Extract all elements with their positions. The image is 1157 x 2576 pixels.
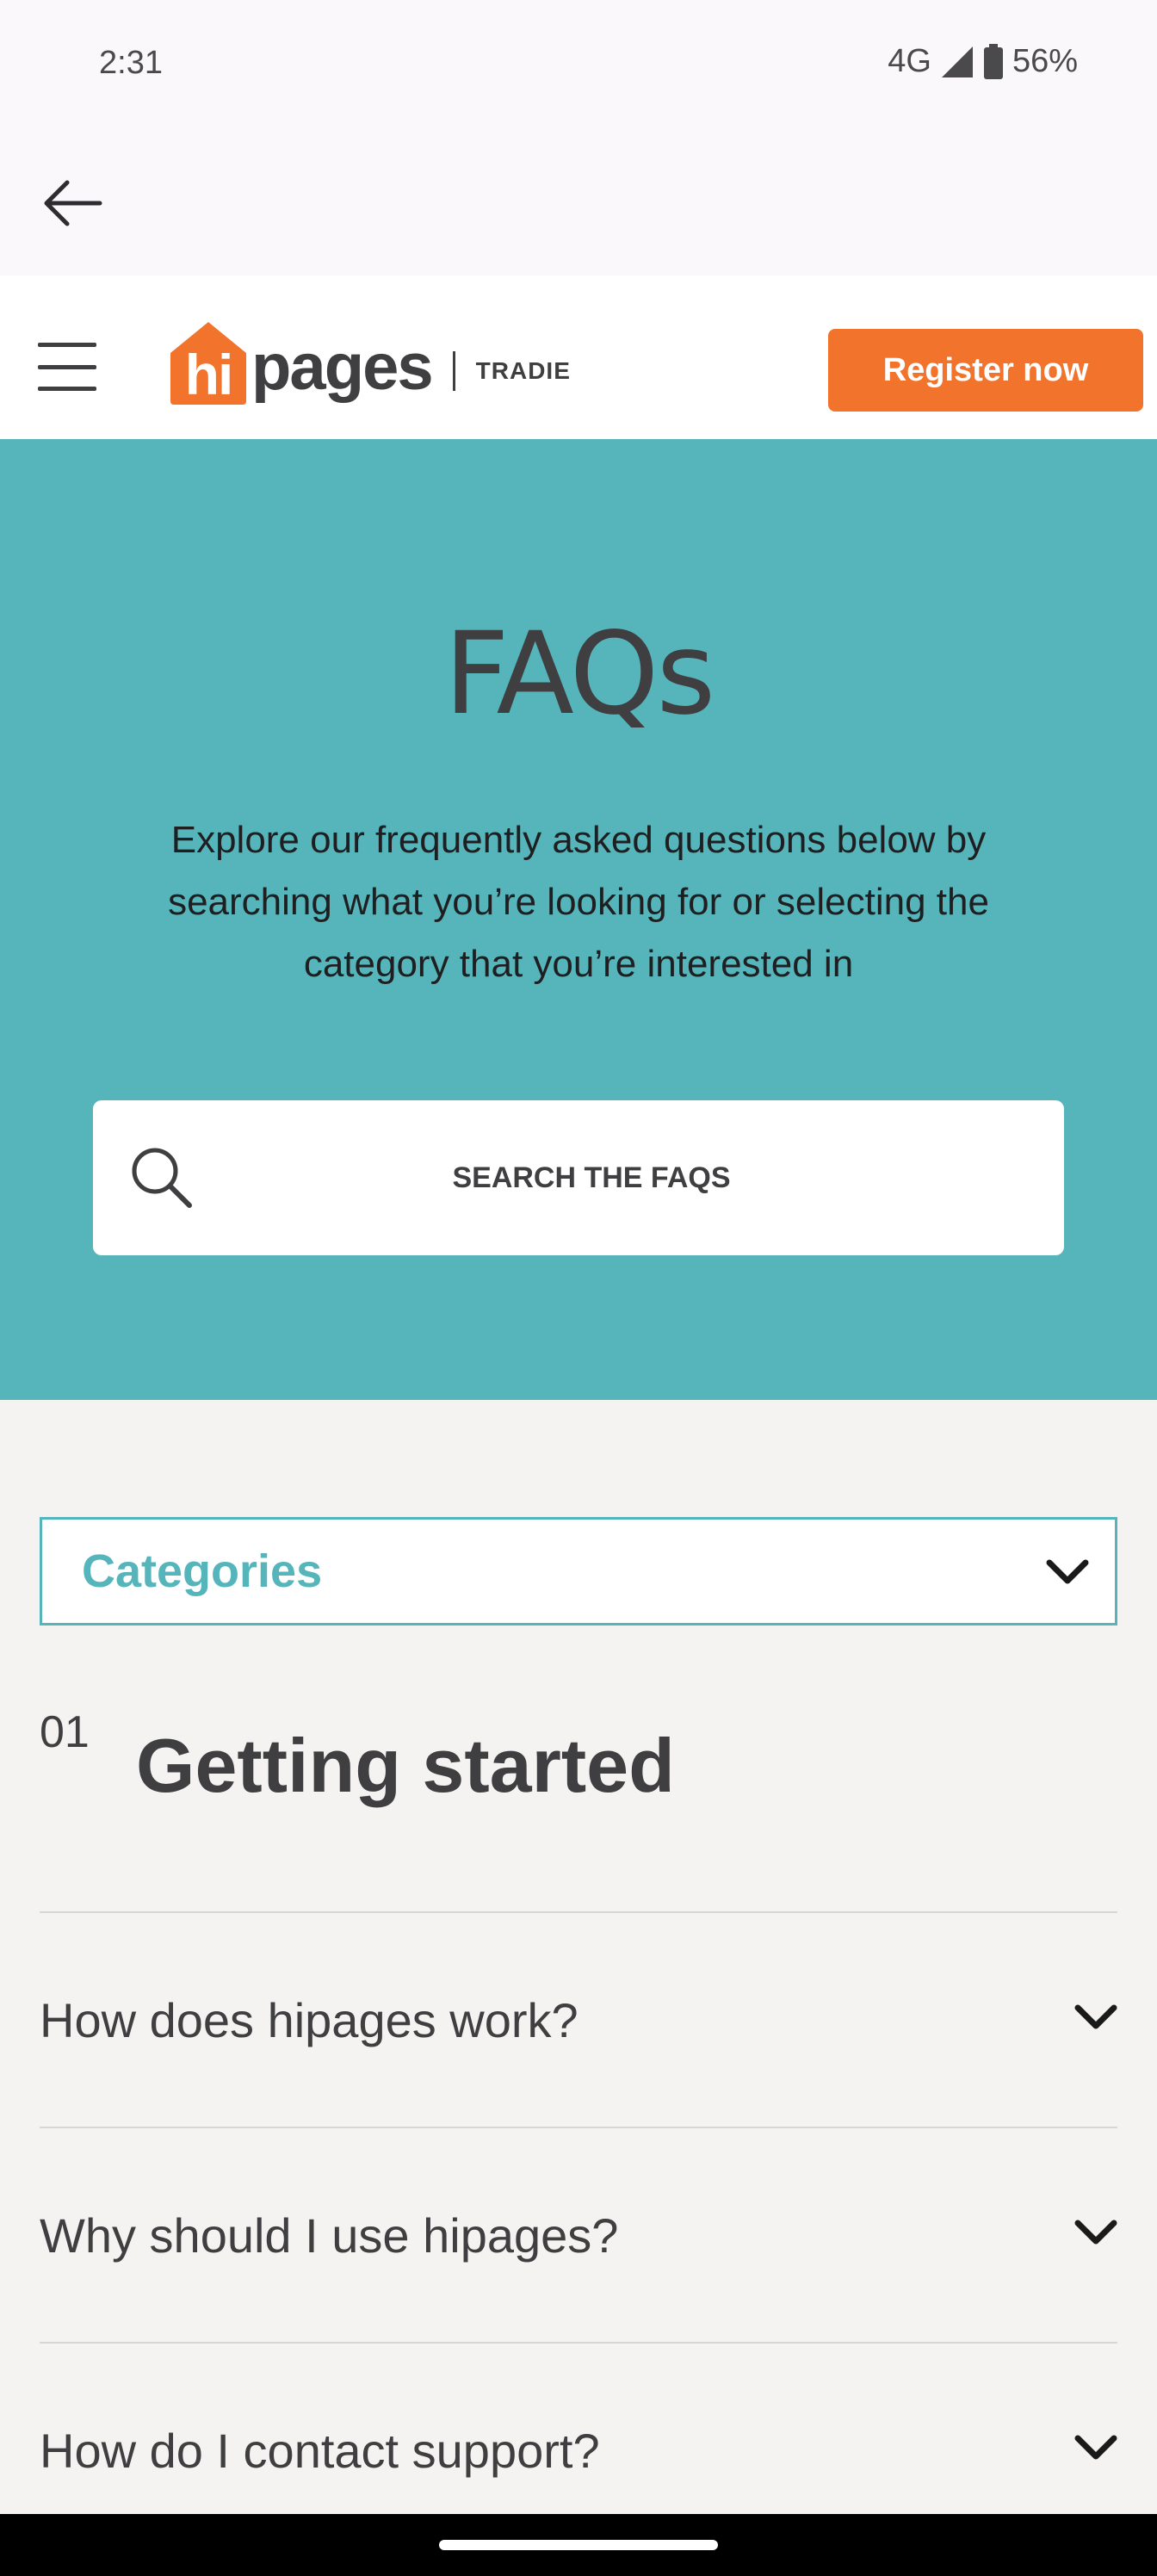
app-bar (0, 134, 1157, 276)
logo-pages-text: pages (251, 331, 434, 404)
chevron-down-icon (1074, 2435, 1117, 2460)
register-now-button[interactable]: Register now (828, 329, 1143, 412)
status-bar: 2:31 4G 56% (0, 0, 1157, 134)
faq-item[interactable]: Why should I use hipages? (40, 2127, 1117, 2342)
signal-icon (941, 46, 973, 77)
categories-label: Categories (82, 1545, 323, 1597)
hamburger-menu-icon[interactable] (38, 343, 96, 391)
home-indicator[interactable] (439, 2540, 718, 2550)
network-label: 4G (888, 43, 931, 79)
chevron-down-icon (1046, 1559, 1089, 1584)
chevron-down-icon (1074, 2004, 1117, 2029)
logo-house-icon: hi (169, 320, 248, 406)
back-button[interactable] (31, 169, 114, 238)
faq-item[interactable]: How does hipages work? (40, 1911, 1117, 2127)
categories-dropdown[interactable]: Categories (40, 1517, 1117, 1625)
chevron-down-icon (1074, 2220, 1117, 2245)
status-time: 2:31 (99, 45, 163, 81)
faq-question: How does hipages work? (40, 1992, 578, 2047)
section-number: 01 (40, 1707, 90, 1757)
faq-search-input[interactable]: SEARCH THE FAQS (93, 1100, 1064, 1255)
logo-hi-text: hi (184, 343, 234, 406)
faq-hero: FAQs Explore our frequently asked questi… (0, 439, 1157, 1400)
system-nav-bar (0, 2514, 1157, 2576)
logo-tradie-text: TRADIE (475, 357, 571, 384)
section-title: Getting started (136, 1723, 675, 1808)
faq-question: Why should I use hipages? (40, 2208, 619, 2263)
hipages-logo[interactable]: hi pages TRADIE (169, 320, 571, 406)
battery-icon (983, 43, 1003, 79)
logo-divider (452, 351, 455, 391)
battery-percent: 56% (1012, 43, 1078, 79)
back-arrow-icon (44, 180, 102, 226)
status-indicators: 4G 56% (888, 43, 1078, 80)
search-placeholder: SEARCH THE FAQS (452, 1161, 731, 1194)
page-title: FAQs (443, 608, 715, 740)
hero-description: Explore our frequently asked questions b… (168, 819, 989, 985)
site-header: hi pages TRADIE Register now (0, 276, 1157, 439)
